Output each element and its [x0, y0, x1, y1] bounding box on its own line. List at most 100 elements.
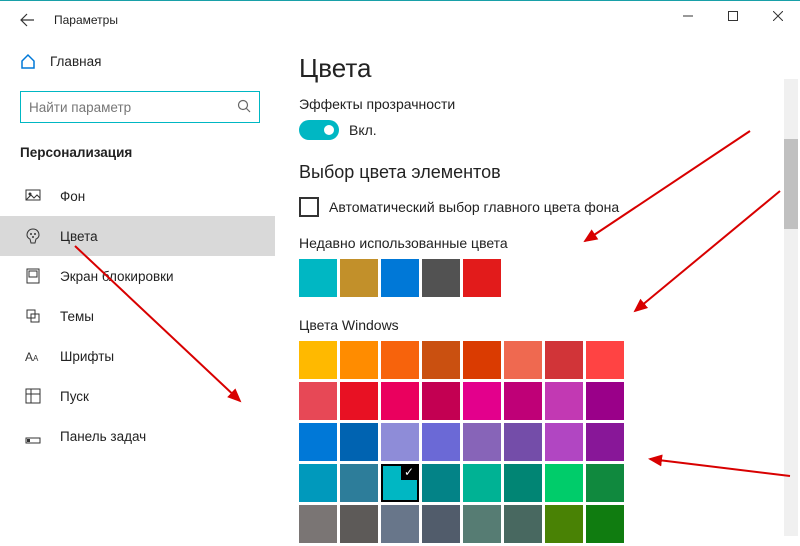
color-swatch[interactable] — [381, 341, 419, 379]
color-swatch[interactable] — [463, 464, 501, 502]
color-swatch[interactable] — [340, 382, 378, 420]
color-swatch[interactable] — [586, 423, 624, 461]
scrollbar-thumb[interactable] — [784, 139, 798, 229]
color-swatch[interactable] — [340, 505, 378, 543]
color-swatch[interactable] — [545, 423, 583, 461]
color-swatch[interactable] — [381, 259, 419, 297]
color-swatch[interactable] — [545, 341, 583, 379]
close-icon — [773, 11, 783, 21]
nav-label: Шрифты — [60, 349, 114, 364]
color-swatch[interactable] — [422, 423, 460, 461]
color-swatch[interactable] — [299, 423, 337, 461]
minimize-button[interactable] — [665, 1, 710, 31]
nav-label: Пуск — [60, 389, 89, 404]
color-swatch[interactable] — [340, 464, 378, 502]
titlebar: Параметры — [0, 1, 800, 39]
color-swatch[interactable] — [299, 505, 337, 543]
color-swatch[interactable] — [422, 505, 460, 543]
maximize-button[interactable] — [710, 1, 755, 31]
page-heading: Цвета — [299, 53, 776, 84]
color-swatch[interactable] — [422, 464, 460, 502]
main-content: Цвета Эффекты прозрачности Вкл. Выбор цв… — [275, 39, 800, 546]
color-swatch[interactable] — [299, 259, 337, 297]
color-swatch[interactable] — [381, 505, 419, 543]
color-swatch[interactable] — [545, 382, 583, 420]
color-swatch[interactable] — [586, 382, 624, 420]
color-swatch[interactable] — [586, 505, 624, 543]
nav-item-0[interactable]: Фон — [20, 176, 265, 216]
nav-icon — [24, 428, 42, 444]
home-link[interactable]: Главная — [20, 43, 265, 79]
color-swatch[interactable] — [381, 464, 419, 502]
color-swatch[interactable] — [340, 259, 378, 297]
nav-icon — [24, 388, 42, 404]
nav-item-4[interactable]: AA Шрифты — [20, 336, 265, 376]
nav-icon — [24, 268, 42, 284]
transparency-label: Эффекты прозрачности — [299, 96, 776, 112]
color-swatch[interactable] — [299, 382, 337, 420]
color-swatch[interactable] — [463, 259, 501, 297]
nav-icon — [24, 188, 42, 204]
minimize-icon — [683, 11, 693, 21]
recent-colors-row — [299, 259, 776, 297]
nav-label: Фон — [60, 189, 85, 204]
color-swatch[interactable] — [463, 382, 501, 420]
svg-text:A: A — [33, 354, 39, 363]
nav-label: Панель задач — [60, 429, 146, 444]
color-swatch[interactable] — [463, 341, 501, 379]
nav-icon — [24, 228, 42, 244]
color-swatch[interactable] — [463, 505, 501, 543]
search-icon — [237, 99, 251, 116]
color-swatch[interactable] — [504, 505, 542, 543]
color-swatch[interactable] — [545, 464, 583, 502]
nav-list: Фон Цвета Экран блокировки Темы AA Шрифты Пуск… — [20, 176, 265, 456]
color-swatch[interactable] — [381, 382, 419, 420]
scrollbar[interactable] — [784, 79, 798, 536]
color-swatch[interactable] — [504, 341, 542, 379]
nav-item-5[interactable]: Пуск — [20, 376, 265, 416]
recent-colors-label: Недавно использованные цвета — [299, 235, 776, 251]
nav-icon: AA — [24, 348, 42, 364]
nav-item-6[interactable]: Панель задач — [20, 416, 265, 456]
transparency-toggle[interactable] — [299, 120, 339, 140]
home-icon — [20, 53, 36, 69]
nav-item-3[interactable]: Темы — [20, 296, 265, 336]
nav-label: Экран блокировки — [60, 269, 174, 284]
window-title: Параметры — [54, 13, 118, 27]
sidebar: Главная Персонализация Фон Цвета Экран бло… — [0, 39, 275, 546]
toggle-state-label: Вкл. — [349, 122, 377, 138]
color-swatch[interactable] — [586, 464, 624, 502]
color-swatch[interactable] — [422, 382, 460, 420]
auto-color-checkbox[interactable] — [299, 197, 319, 217]
color-swatch[interactable] — [422, 341, 460, 379]
color-swatch[interactable] — [504, 464, 542, 502]
color-swatch[interactable] — [586, 341, 624, 379]
color-swatch[interactable] — [340, 423, 378, 461]
color-swatch[interactable] — [381, 423, 419, 461]
windows-colors-grid — [299, 341, 776, 543]
color-swatch[interactable] — [504, 382, 542, 420]
color-swatch[interactable] — [422, 259, 460, 297]
color-swatch[interactable] — [340, 341, 378, 379]
color-swatch[interactable] — [299, 464, 337, 502]
auto-color-label: Автоматический выбор главного цвета фона — [329, 199, 619, 215]
color-swatch[interactable] — [299, 341, 337, 379]
back-button[interactable] — [10, 3, 44, 37]
color-swatch[interactable] — [545, 505, 583, 543]
color-swatch[interactable] — [504, 423, 542, 461]
svg-text:A: A — [25, 350, 33, 364]
windows-colors-label: Цвета Windows — [299, 317, 776, 333]
arrow-left-icon — [19, 12, 35, 28]
section-title: Персонализация — [20, 145, 265, 160]
home-label: Главная — [50, 54, 101, 69]
color-swatch[interactable] — [463, 423, 501, 461]
nav-label: Цвета — [60, 229, 98, 244]
close-button[interactable] — [755, 1, 800, 31]
nav-item-2[interactable]: Экран блокировки — [20, 256, 265, 296]
search-box[interactable] — [20, 91, 260, 123]
nav-label: Темы — [60, 309, 94, 324]
accent-heading: Выбор цвета элементов — [299, 162, 776, 183]
search-input[interactable] — [29, 100, 237, 115]
nav-icon — [24, 308, 42, 324]
nav-item-1[interactable]: Цвета — [0, 216, 275, 256]
